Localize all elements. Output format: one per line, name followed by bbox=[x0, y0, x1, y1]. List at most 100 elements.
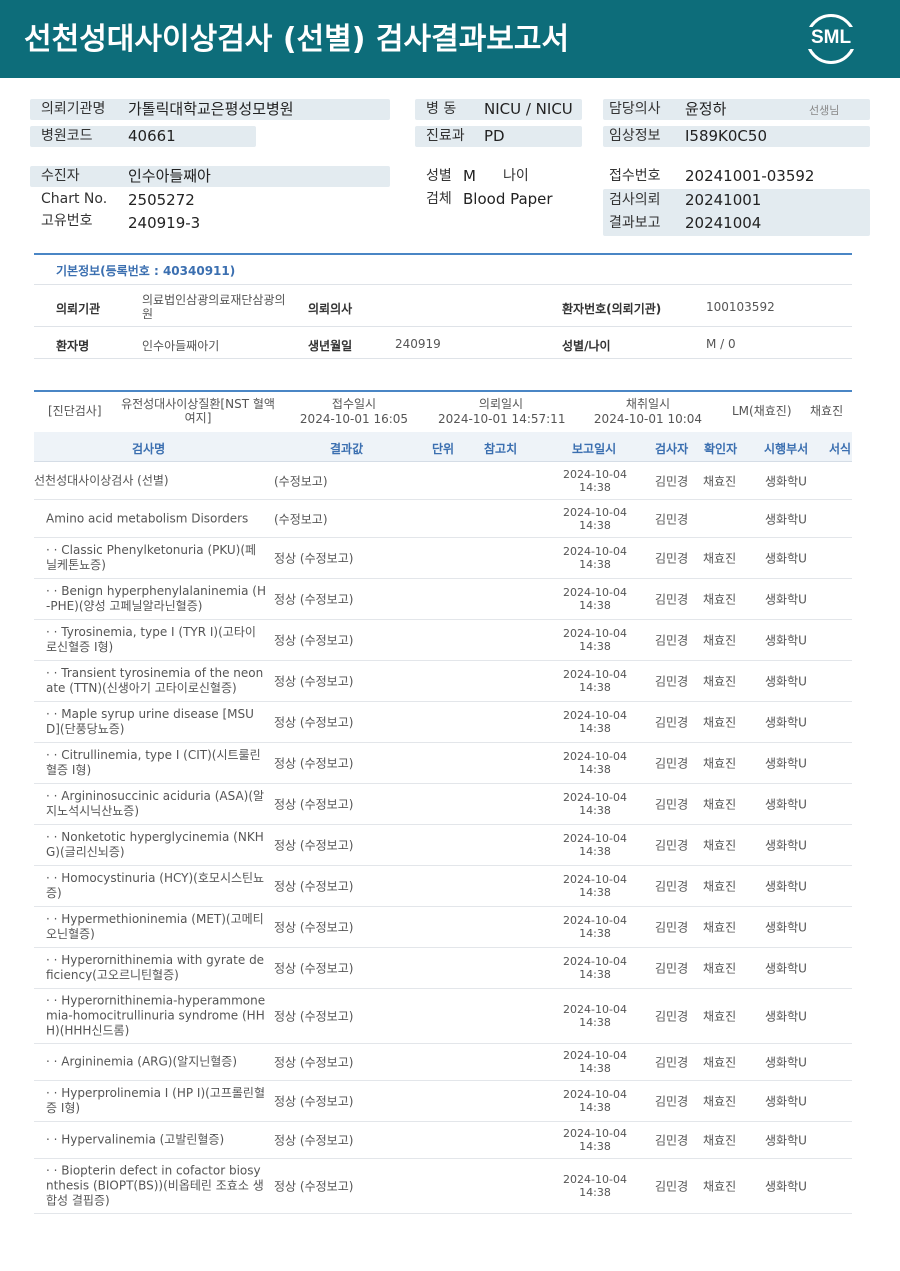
result-cell: 정상 (수정보고) bbox=[274, 592, 354, 607]
table-row: · · Nonketotic hyperglycinemia (NKHG)(글리… bbox=[34, 825, 852, 866]
report-time: 14:38 bbox=[579, 1062, 611, 1075]
lm-label: LM(채효진) bbox=[732, 404, 792, 418]
req-org-value: 가톨릭대학교은평성모병원 bbox=[128, 100, 294, 118]
divider bbox=[34, 284, 852, 285]
req-org-label: 의뢰기관명 bbox=[41, 101, 106, 117]
table-row: · · Argininemia (ARG)(알지닌혈증) 정상 (수정보고) 202… bbox=[34, 1044, 852, 1081]
collect-time: 2024-10-01 10:04 bbox=[593, 412, 703, 426]
result-cell: 정상 (수정보고) bbox=[274, 633, 354, 648]
report-time: 14:38 bbox=[579, 1101, 611, 1114]
divider bbox=[34, 358, 852, 359]
org-label: 의뢰기관 bbox=[56, 302, 101, 316]
report-time: 14:38 bbox=[579, 968, 611, 981]
result-cell: 정상 (수정보고) bbox=[274, 1094, 354, 1109]
dept-value: PD bbox=[484, 127, 505, 145]
report-date: 2024-10-04 bbox=[563, 1088, 627, 1101]
table-row: · · Maple syrup urine disease [MSUD](단풍당… bbox=[34, 702, 852, 743]
test-name-cell: · · Hyperprolinemia I (HP I)(고프롤린혈증 I형) bbox=[46, 1086, 266, 1115]
checker-cell: 김민경 bbox=[655, 961, 689, 976]
confirmer-cell: 채효진 bbox=[703, 879, 737, 894]
clinical-label: 임상정보 bbox=[609, 128, 661, 144]
basic-info-title: 기본정보(등록번호 : 40340911) bbox=[56, 264, 236, 278]
checker-cell: 김민경 bbox=[655, 1133, 689, 1148]
confirmer-cell: 채효진 bbox=[703, 797, 737, 812]
col-confirmer: 확인자 bbox=[704, 442, 738, 456]
dept-cell: 생화학U bbox=[765, 838, 807, 853]
result-cell: 정상 (수정보고) bbox=[274, 920, 354, 935]
confirmer-cell: 채효진 bbox=[703, 592, 737, 607]
table-row: · · Tyrosinemia, type I (TYR I)(고타이로신혈증 … bbox=[34, 620, 852, 661]
report-time: 14:38 bbox=[579, 480, 611, 494]
report-date: 2024-10-04 bbox=[563, 750, 627, 763]
col-checker: 검사자 bbox=[655, 442, 689, 456]
table-row: · · Classic Phenylketonuria (PKU)(페닐케톤뇨증… bbox=[34, 538, 852, 579]
test-name: 유전성대사이상질환[NST 혈액여지] bbox=[121, 397, 275, 425]
report-date-cell: 2024-10-04 14:38 bbox=[552, 668, 638, 694]
dept-cell: 생화학U bbox=[765, 1055, 807, 1070]
dept-cell: 생화학U bbox=[765, 920, 807, 935]
checker-cell: 김민경 bbox=[655, 1179, 689, 1194]
report-date: 2024-10-04 bbox=[563, 955, 627, 968]
receipt-time: 2024-10-01 16:05 bbox=[299, 412, 409, 426]
result-cell: 정상 (수정보고) bbox=[274, 1133, 354, 1148]
receipt-value: 20241001-03592 bbox=[685, 167, 815, 185]
report-time: 14:38 bbox=[579, 518, 611, 532]
checker-cell: 김민경 bbox=[655, 838, 689, 853]
confirmer-cell: 채효진 bbox=[703, 1055, 737, 1070]
report-time: 14:38 bbox=[579, 845, 611, 858]
confirmer-cell: 채효진 bbox=[703, 551, 737, 566]
col-format: 서식 bbox=[829, 442, 852, 456]
report-date-cell: 2024-10-04 14:38 bbox=[552, 506, 638, 532]
report-date: 2024-10-04 bbox=[563, 791, 627, 804]
name-label: 환자명 bbox=[56, 339, 90, 353]
table-row: · · Hypermethioninemia (MET)(고메티오닌혈증) 정상 … bbox=[34, 907, 852, 948]
dept-cell: 생화학U bbox=[765, 879, 807, 894]
table-row: · · Benign hyperphenylalaninemia (H-PHE)… bbox=[34, 579, 852, 620]
report-title: 선천성대사이상검사 (선별) 검사결과보고서 bbox=[24, 22, 570, 57]
checker-cell: 김민경 bbox=[655, 756, 689, 771]
report-date-cell: 2024-10-04 14:38 bbox=[552, 627, 638, 653]
report-date-cell: 2024-10-04 14:38 bbox=[552, 468, 638, 494]
table-row: · · Transient tyrosinemia of the neonate… bbox=[34, 661, 852, 702]
table-row: · · Hyperprolinemia I (HP I)(고프롤린혈증 I형) 정… bbox=[34, 1081, 852, 1122]
dept-cell: 생화학U bbox=[765, 756, 807, 771]
result-cell: 정상 (수정보고) bbox=[274, 1179, 354, 1194]
result-cell: 정상 (수정보고) bbox=[274, 961, 354, 976]
test-name-cell: Amino acid metabolism Disorders bbox=[46, 511, 249, 525]
checker-cell: 김민경 bbox=[655, 920, 689, 935]
pid-label: 환자번호(의뢰기관) bbox=[562, 302, 662, 316]
birth-value: 240919 bbox=[395, 337, 441, 351]
report-time: 14:38 bbox=[579, 1186, 611, 1199]
doctor-label: 담당의사 bbox=[609, 101, 661, 117]
ward-label: 병 동 bbox=[426, 101, 457, 117]
checker-cell: 김민경 bbox=[655, 797, 689, 812]
confirmer-cell: 채효진 bbox=[703, 756, 737, 771]
sexage-label: 성별/나이 bbox=[562, 339, 611, 353]
report-date: 2024-10-04 bbox=[563, 668, 627, 681]
report-date: 2024-10-04 bbox=[563, 505, 627, 519]
pid-value: 100103592 bbox=[706, 300, 775, 314]
test-name-cell: · · Hyperornithinemia-hyperammonemia-hom… bbox=[46, 993, 266, 1038]
report-date-cell: 2024-10-04 14:38 bbox=[552, 1049, 638, 1075]
report-date-cell: 2024-10-04 14:38 bbox=[552, 873, 638, 899]
report-date: 2024-10-04 bbox=[563, 873, 627, 886]
confirmer-cell: 채효진 bbox=[703, 674, 737, 689]
col-name: 검사명 bbox=[132, 442, 166, 456]
checker-cell: 김민경 bbox=[655, 1094, 689, 1109]
col-report: 보고일시 bbox=[572, 442, 617, 456]
checker-cell: 김민경 bbox=[655, 674, 689, 689]
report-date-cell: 2024-10-04 14:38 bbox=[552, 1173, 638, 1199]
result-cell: 정상 (수정보고) bbox=[274, 1055, 354, 1070]
doc-label: 의뢰의사 bbox=[308, 302, 353, 316]
table-row: · · Hyperornithinemia-hyperammonemia-hom… bbox=[34, 989, 852, 1044]
report-date: 2024-10-04 bbox=[563, 467, 627, 481]
report-time: 14:38 bbox=[579, 681, 611, 694]
report-date: 2024-10-04 bbox=[563, 545, 627, 558]
report-date: 2024-10-04 bbox=[563, 709, 627, 722]
dept-label: 진료과 bbox=[426, 128, 465, 144]
table-row: · · Hyperornithinemia with gyrate defici… bbox=[34, 948, 852, 989]
test-name-cell: · · Tyrosinemia, type I (TYR I)(고타이로신혈증 … bbox=[46, 625, 256, 654]
sex-value: M bbox=[463, 167, 476, 185]
checker-cell: 김민경 bbox=[655, 474, 689, 488]
test-category: [진단검사] bbox=[48, 404, 102, 418]
